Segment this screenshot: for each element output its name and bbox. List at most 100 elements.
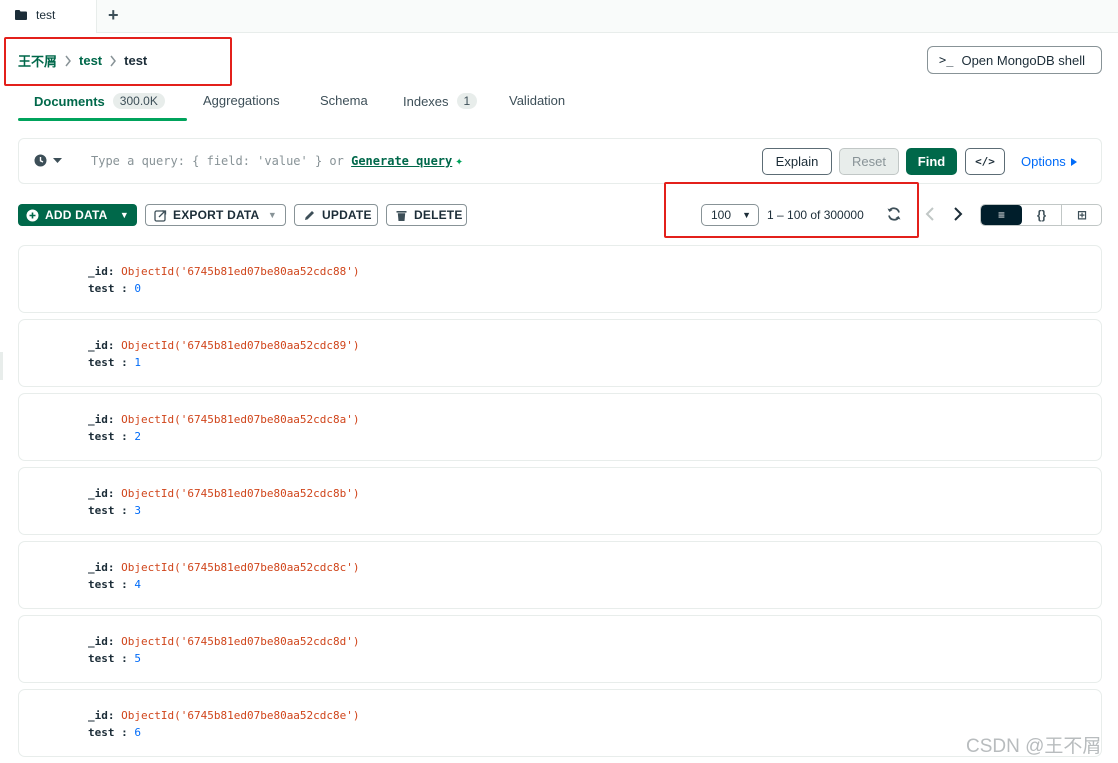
watermark: CSDN @王不屑 xyxy=(966,736,1102,757)
open-shell-button[interactable]: >_ Open MongoDB shell xyxy=(927,46,1102,74)
object-id-value: ObjectId('6745b81ed07be80aa52cdc8d') xyxy=(121,635,360,648)
field-key: _id: xyxy=(88,339,115,352)
field-value: 0 xyxy=(134,282,141,295)
tab-aggregations[interactable]: Aggregations xyxy=(203,93,280,108)
field-key: test : xyxy=(88,578,128,591)
object-id-value: ObjectId('6745b81ed07be80aa52cdc8e') xyxy=(121,709,360,722)
document-field-row: test : 0 xyxy=(88,282,141,295)
export-to-language-button[interactable]: </> xyxy=(965,148,1005,175)
query-history-button[interactable] xyxy=(34,154,62,167)
tab-test[interactable]: test xyxy=(0,0,97,33)
document-field-row: test : 1 xyxy=(88,356,141,369)
tab-documents[interactable]: Documents 300.0K xyxy=(34,93,165,109)
field-key: test : xyxy=(88,282,128,295)
document-card[interactable]: _id: ObjectId('6745b81ed07be80aa52cdc88'… xyxy=(18,245,1102,313)
object-id-value: ObjectId('6745b81ed07be80aa52cdc8c') xyxy=(121,561,360,574)
trash-icon xyxy=(396,210,407,221)
collection-tabs: Documents 300.0K Aggregations Schema Ind… xyxy=(18,86,618,122)
tab-strip: test + xyxy=(0,0,1118,33)
list-view-button[interactable]: ≡ xyxy=(981,205,1022,225)
field-key: _id: xyxy=(88,487,115,500)
highlight-box-breadcrumb xyxy=(4,37,232,86)
document-card[interactable]: _id: ObjectId('6745b81ed07be80aa52cdc8d'… xyxy=(18,615,1102,683)
tab-aggregations-label: Aggregations xyxy=(203,93,280,108)
tab-schema[interactable]: Schema xyxy=(320,93,368,108)
object-id-value: ObjectId('6745b81ed07be80aa52cdc8a') xyxy=(121,413,360,426)
explain-button[interactable]: Explain xyxy=(762,148,832,175)
field-key: test : xyxy=(88,652,128,665)
new-tab-plus-icon[interactable]: + xyxy=(108,5,119,25)
sparkle-icon: ✦ xyxy=(455,154,464,169)
delete-label: DELETE xyxy=(414,208,463,222)
open-shell-label: Open MongoDB shell xyxy=(961,52,1086,68)
update-button[interactable]: UPDATE xyxy=(294,204,378,226)
export-data-label: EXPORT DATA xyxy=(173,208,260,222)
caret-down-icon: ▼ xyxy=(119,210,129,220)
update-label: UPDATE xyxy=(322,208,372,222)
sidebar-collapse-handle[interactable] xyxy=(0,352,3,380)
document-field-row: test : 5 xyxy=(88,652,141,665)
document-id-row: _id: ObjectId('6745b81ed07be80aa52cdc89'… xyxy=(88,339,360,352)
field-key: _id: xyxy=(88,413,115,426)
pencil-icon xyxy=(305,210,314,220)
object-id-value: ObjectId('6745b81ed07be80aa52cdc88') xyxy=(121,265,360,278)
table-view-button[interactable]: ⊞ xyxy=(1062,205,1101,225)
options-toggle[interactable]: Options xyxy=(1021,154,1077,169)
field-value: 2 xyxy=(134,430,141,443)
document-id-row: _id: ObjectId('6745b81ed07be80aa52cdc8e'… xyxy=(88,709,360,722)
indexes-count-badge: 1 xyxy=(456,93,478,109)
tab-indexes[interactable]: Indexes 1 xyxy=(403,93,478,109)
clock-icon xyxy=(34,154,47,167)
field-value: 3 xyxy=(134,504,141,517)
field-key: test : xyxy=(88,356,128,369)
add-data-button[interactable]: ADD DATA ▼ xyxy=(18,204,137,226)
tab-documents-label: Documents xyxy=(34,93,105,109)
json-view-button[interactable]: {} xyxy=(1022,205,1062,225)
folder-icon xyxy=(15,10,27,20)
document-field-row: test : 6 xyxy=(88,726,141,739)
query-bar: Type a query: { field: 'value' } or Gene… xyxy=(18,138,1102,184)
generate-query-link[interactable]: Generate query xyxy=(351,154,452,168)
document-card[interactable]: _id: ObjectId('6745b81ed07be80aa52cdc8c'… xyxy=(18,541,1102,609)
export-icon xyxy=(154,209,167,222)
chevron-right-icon[interactable] xyxy=(952,206,964,222)
caret-right-icon xyxy=(1070,157,1077,166)
caret-down-icon: ▼ xyxy=(267,210,277,220)
object-id-value: ObjectId('6745b81ed07be80aa52cdc89') xyxy=(121,339,360,352)
tab-label: test xyxy=(36,8,56,22)
document-id-row: _id: ObjectId('6745b81ed07be80aa52cdc8b'… xyxy=(88,487,360,500)
shell-prompt-icon: >_ xyxy=(939,53,954,67)
field-key: test : xyxy=(88,430,128,443)
caret-down-icon xyxy=(53,157,62,163)
document-id-row: _id: ObjectId('6745b81ed07be80aa52cdc8a'… xyxy=(88,413,360,426)
tab-validation[interactable]: Validation xyxy=(509,93,565,108)
query-input[interactable]: Type a query: { field: 'value' } or Gene… xyxy=(91,154,463,169)
reset-button[interactable]: Reset xyxy=(839,148,899,175)
document-id-row: _id: ObjectId('6745b81ed07be80aa52cdc88'… xyxy=(88,265,360,278)
tab-validation-label: Validation xyxy=(509,93,566,108)
document-card[interactable]: _id: ObjectId('6745b81ed07be80aa52cdc89'… xyxy=(18,319,1102,387)
document-field-row: test : 4 xyxy=(88,578,141,591)
object-id-value: ObjectId('6745b81ed07be80aa52cdc8b') xyxy=(121,487,360,500)
field-key: _id: xyxy=(88,561,115,574)
chevron-left-icon[interactable] xyxy=(924,206,936,222)
documents-count-badge: 300.0K xyxy=(112,93,165,109)
document-id-row: _id: ObjectId('6745b81ed07be80aa52cdc8c'… xyxy=(88,561,360,574)
delete-button[interactable]: DELETE xyxy=(386,204,467,226)
document-card[interactable]: _id: ObjectId('6745b81ed07be80aa52cdc8b'… xyxy=(18,467,1102,535)
find-button[interactable]: Find xyxy=(906,148,957,175)
document-field-row: test : 2 xyxy=(88,430,141,443)
export-data-button[interactable]: EXPORT DATA ▼ xyxy=(145,204,286,226)
tab-schema-label: Schema xyxy=(320,93,368,108)
options-label: Options xyxy=(1021,154,1066,169)
document-card[interactable]: _id: ObjectId('6745b81ed07be80aa52cdc8e'… xyxy=(18,689,1102,757)
highlight-box-pagination xyxy=(664,182,919,238)
view-toggle: ≡ {} ⊞ xyxy=(980,204,1102,226)
active-tab-underline xyxy=(18,118,187,121)
field-key: _id: xyxy=(88,709,115,722)
documents-toolbar: ADD DATA ▼ EXPORT DATA ▼ UPDATE DELETE xyxy=(18,204,1102,226)
query-placeholder: Type a query: { field: 'value' } or xyxy=(91,154,344,168)
document-field-row: test : 3 xyxy=(88,504,141,517)
field-key: _id: xyxy=(88,635,115,648)
document-card[interactable]: _id: ObjectId('6745b81ed07be80aa52cdc8a'… xyxy=(18,393,1102,461)
